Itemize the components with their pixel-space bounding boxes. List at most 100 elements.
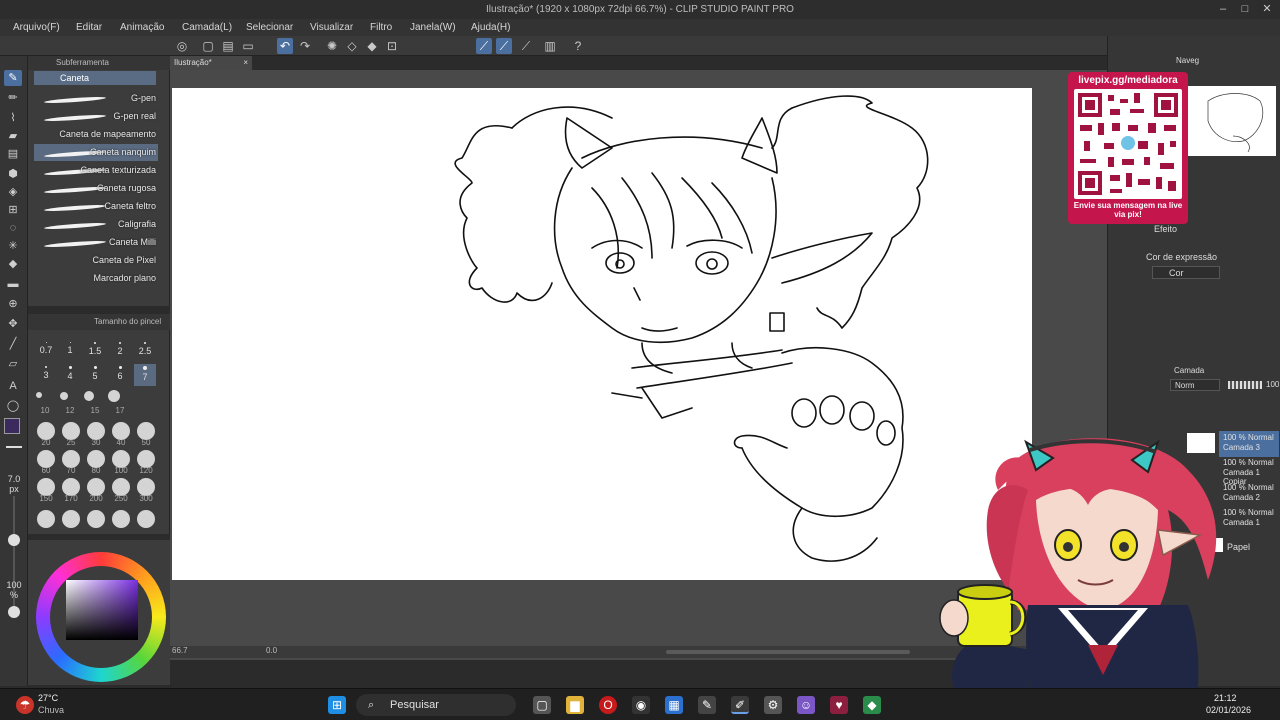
blend-tool-icon[interactable]: ⬢	[4, 166, 22, 182]
app-icon[interactable]: ◆	[863, 696, 881, 714]
brush-milli[interactable]: Caneta Milli	[34, 234, 158, 251]
gradient-tool-icon[interactable]: ▬	[4, 276, 22, 292]
blend-mode-select[interactable]: Norm	[1170, 379, 1220, 391]
auto-select-tool-icon[interactable]: ✳	[4, 238, 22, 254]
snap-ruler-icon[interactable]: ⟋	[476, 38, 492, 54]
save-icon[interactable]: ▭	[240, 38, 256, 54]
airbrush-tool-icon[interactable]: ◈	[4, 184, 22, 200]
size-3[interactable]: 3	[35, 364, 57, 386]
menu-camada[interactable]: Camada(L)	[182, 19, 232, 36]
size-1[interactable]: 1	[59, 340, 81, 362]
saturation-value-square[interactable]	[66, 580, 138, 640]
clip-studio-taskbar-icon[interactable]: ✎	[698, 696, 716, 714]
close-icon[interactable]: ✕	[1256, 0, 1278, 19]
frame-tool-icon[interactable]: ⊞	[4, 202, 22, 218]
lasso-tool-icon[interactable]: ◌	[4, 220, 22, 236]
fill-icon[interactable]: ◆	[364, 38, 380, 54]
transform-icon[interactable]: ⊡	[384, 38, 400, 54]
document-tab[interactable]: Ilustração* ×	[170, 56, 252, 70]
brush-mapping-pen[interactable]: Caneta de mapeamento	[34, 126, 158, 143]
brush-pixel[interactable]: Caneta de Pixel	[34, 252, 158, 269]
pen-tool-icon[interactable]: ✎	[4, 70, 22, 86]
balloon-tool-icon[interactable]: ◯	[4, 398, 22, 414]
layer-opacity-slider[interactable]	[1228, 381, 1262, 389]
opera-icon[interactable]: O	[599, 696, 617, 714]
obs-icon[interactable]: ◉	[632, 696, 650, 714]
menu-janela[interactable]: Janela(W)	[410, 19, 456, 36]
horizontal-scrollbar[interactable]	[666, 650, 910, 654]
menu-animacao[interactable]: Animação	[120, 19, 164, 36]
size-5[interactable]: 5	[84, 364, 106, 386]
color-wheel[interactable]	[36, 552, 166, 682]
navigator-thumbnail[interactable]	[1188, 86, 1276, 156]
taskbar-search[interactable]: ⌕ Pesquisar	[356, 694, 516, 716]
fill-tool-icon[interactable]: ◆	[4, 256, 22, 272]
size-0-7[interactable]: 0.7	[35, 340, 57, 362]
menu-editar[interactable]: Editar	[76, 19, 102, 36]
expression-color-select[interactable]: Cor	[1152, 266, 1220, 279]
size-extra-dot[interactable]	[37, 510, 55, 528]
open-file-icon[interactable]: ▤	[220, 38, 236, 54]
brush-rough[interactable]: Caneta rugosa	[34, 180, 158, 197]
drawing-paper[interactable]	[172, 88, 1032, 580]
size-15-dot[interactable]	[84, 391, 94, 401]
size-extra-dot[interactable]	[87, 510, 105, 528]
settings-icon[interactable]: ⚙	[764, 696, 782, 714]
layer-panel-tab[interactable]: Camada	[1174, 366, 1204, 375]
size-4[interactable]: 4	[59, 364, 81, 386]
opacity-slider-handle[interactable]	[8, 606, 20, 618]
figure-tool-icon[interactable]: ╱	[4, 336, 22, 352]
discord-icon[interactable]: ☺	[797, 696, 815, 714]
maximize-icon[interactable]: □	[1234, 0, 1256, 19]
clip-studio-icon[interactable]: ◎	[174, 38, 190, 54]
size-2[interactable]: 2	[109, 340, 131, 362]
snap-grid-icon[interactable]: ⟋	[518, 38, 534, 54]
close-tab-icon[interactable]: ×	[243, 56, 248, 70]
brush-nanquim[interactable]: Caneta nanquim	[34, 144, 158, 161]
size-slider-handle[interactable]	[8, 534, 20, 546]
menu-arquivo[interactable]: Arquivo(F)	[13, 19, 60, 36]
loading-icon[interactable]: ✺	[324, 38, 340, 54]
size-2-5[interactable]: 2.5	[134, 340, 156, 362]
help-icon[interactable]: ?	[570, 38, 586, 54]
ruler-tool-icon[interactable]: ▱	[4, 356, 22, 372]
move-tool-icon[interactable]: ✥	[4, 316, 22, 332]
redo-icon[interactable]: ↷	[297, 38, 313, 54]
clip-studio-paint-icon[interactable]: ✐	[731, 696, 749, 714]
navigator-tab[interactable]: Naveg	[1176, 56, 1199, 65]
eraser-tool-icon[interactable]: ▰	[4, 128, 22, 144]
minimize-icon[interactable]: –	[1212, 0, 1234, 19]
size-6[interactable]: 6	[109, 364, 131, 386]
app-icon[interactable]: ♥	[830, 696, 848, 714]
menu-visualizar[interactable]: Visualizar	[310, 19, 353, 36]
decoration-tool-icon[interactable]: ▤	[4, 146, 22, 162]
size-extra-dot[interactable]	[112, 510, 130, 528]
page-icon[interactable]: ▥	[542, 38, 558, 54]
brush-calligraphy[interactable]: Caligrafia	[34, 216, 158, 233]
weather-icon[interactable]: ☂	[16, 696, 34, 714]
size-extra-dot[interactable]	[137, 510, 155, 528]
menu-filtro[interactable]: Filtro	[370, 19, 392, 36]
store-icon[interactable]: ▦	[665, 696, 683, 714]
size-17-dot[interactable]	[108, 390, 120, 402]
zoom-tool-icon[interactable]: ⊕	[4, 296, 22, 312]
brush-g-pen[interactable]: G-pen	[34, 90, 158, 107]
main-color-swatch[interactable]	[4, 418, 20, 434]
file-explorer-icon[interactable]: ▆	[566, 696, 584, 714]
brush-tool-icon[interactable]: ⌇	[4, 110, 22, 126]
menu-selecionar[interactable]: Selecionar	[246, 19, 293, 36]
task-view-icon[interactable]: ▢	[533, 696, 551, 714]
menu-ajuda[interactable]: Ajuda(H)	[471, 19, 510, 36]
size-12-dot[interactable]	[60, 392, 68, 400]
new-file-icon[interactable]: ▢	[200, 38, 216, 54]
transparent-swatch-icon[interactable]	[6, 446, 22, 448]
brush-textured[interactable]: Caneta texturizada	[34, 162, 158, 179]
text-tool-icon[interactable]: A	[4, 378, 22, 394]
size-10-dot[interactable]	[36, 392, 42, 398]
brush-felt[interactable]: Caneta feltro	[34, 198, 158, 215]
size-7[interactable]: 7	[134, 364, 156, 386]
brush-g-pen-real[interactable]: G-pen real	[34, 108, 158, 125]
snap-special-ruler-icon[interactable]: ⟋	[496, 38, 512, 54]
undo-icon[interactable]: ↶	[277, 38, 293, 54]
size-1-5[interactable]: 1.5	[84, 340, 106, 362]
